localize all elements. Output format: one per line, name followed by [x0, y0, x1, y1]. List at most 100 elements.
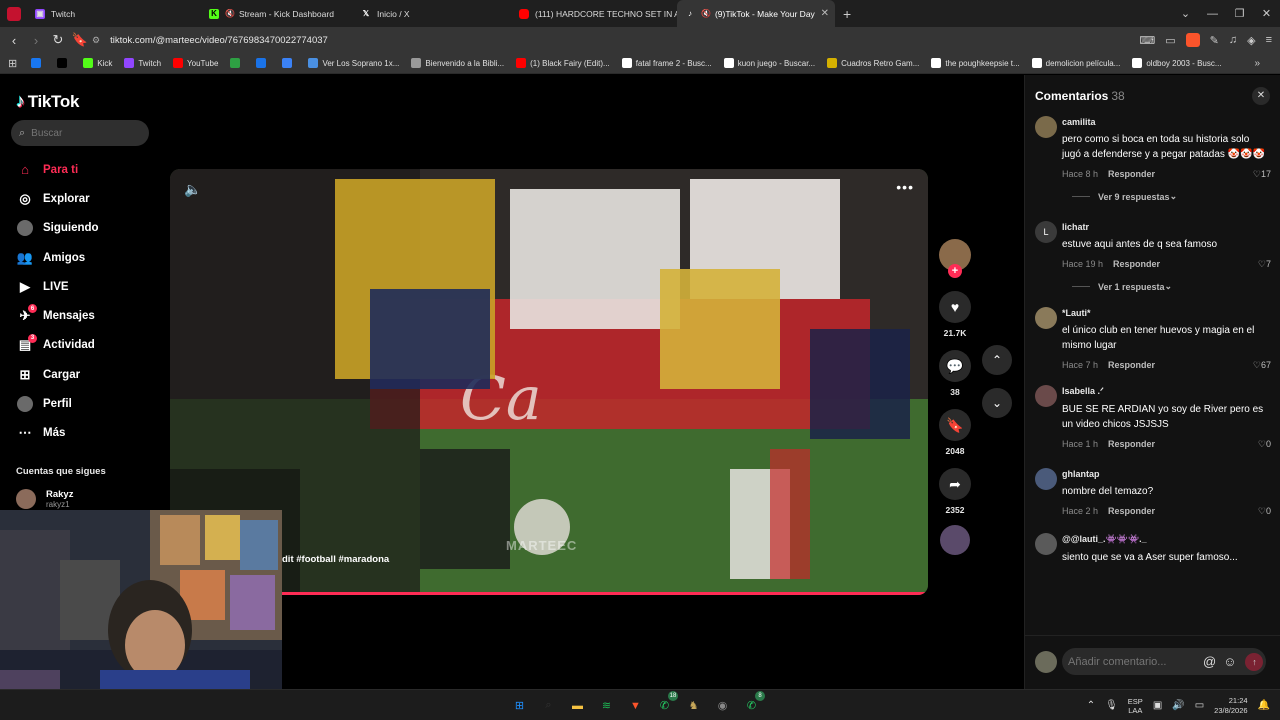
comment-username[interactable]: Isabella .ᐟ	[1062, 382, 1280, 397]
file-explorer-icon[interactable]: ▬	[566, 694, 589, 717]
language-indicator[interactable]: ESP LAA	[1128, 697, 1143, 715]
apps-grid-icon[interactable]: ⊞	[8, 57, 17, 70]
browser-tab-kick[interactable]: K 🔇 Stream - Kick Dashboard	[201, 0, 353, 27]
bookmark-item[interactable]: the poughkeepsie t...	[931, 58, 1020, 68]
avatar[interactable]: L	[1035, 221, 1057, 243]
minimize-icon[interactable]: —	[1199, 8, 1226, 20]
follow-plus-icon[interactable]: +	[948, 264, 962, 278]
comment-username[interactable]: *Lauti*	[1062, 304, 1280, 318]
sidebar-item-profile[interactable]: Perfil	[16, 389, 166, 418]
avatar[interactable]	[1035, 307, 1057, 329]
extensions-icon[interactable]: ✎	[1210, 34, 1219, 47]
back-icon[interactable]: ‹	[4, 33, 24, 48]
maximize-icon[interactable]: ❐	[1226, 7, 1253, 20]
comment-like-button[interactable]: ♡0	[1258, 439, 1271, 450]
following-account[interactable]: Rakyz rakyz1	[16, 489, 73, 509]
whatsapp-business-icon[interactable]: ✆ 8	[740, 691, 765, 717]
sidebar-item-upload[interactable]: ⊞ Cargar	[16, 360, 166, 389]
spotify-icon[interactable]: ≋	[595, 694, 618, 717]
comment-username[interactable]: camilita	[1062, 113, 1280, 127]
browser-tab-x[interactable]: 𝕏 Inicio / X	[353, 0, 511, 27]
brave-icon[interactable]: ▼	[624, 694, 647, 717]
more-bookmarks-icon[interactable]: »	[1254, 58, 1260, 69]
sidebar-item-more[interactable]: ⋯ Más	[16, 419, 166, 448]
video-player[interactable]: Ca 🔈 ••• MARTEEC dit #football #maradona	[170, 169, 928, 595]
comment-input[interactable]	[1068, 655, 1196, 668]
browser-tab-twitch[interactable]: ▣ Twitch	[27, 0, 201, 27]
creator-avatar[interactable]: +	[939, 239, 971, 278]
share-icon[interactable]: ➦	[939, 468, 971, 500]
sidebar-item-compass[interactable]: ◎ Explorar	[16, 184, 166, 213]
reply-button[interactable]: Responder	[1108, 169, 1155, 179]
tiktok-logo[interactable]: ♪ TikTok	[16, 91, 79, 112]
view-replies-button[interactable]: Ver 1 respuesta ⌄	[1072, 281, 1280, 292]
sidebar-item-home[interactable]: ⌂ Para ti	[16, 155, 166, 184]
bookmark-item[interactable]: (1) Black Fairy (Edit)...	[516, 58, 610, 68]
media-icon[interactable]: ♫	[1229, 34, 1237, 46]
bookmark-item[interactable]: Ver Los Soprano 1x...	[308, 58, 399, 68]
music-disc-icon[interactable]	[940, 525, 970, 555]
bookmark-item[interactable]: fatal frame 2 - Busc...	[621, 58, 712, 68]
url-field[interactable]: ⚙ tiktok.com/@marteec/video/767698347002…	[92, 30, 1112, 50]
browser-tab-tiktok[interactable]: ♪ 🔇 (9)TikTok - Make Your Day ✕	[677, 0, 835, 27]
search-icon[interactable]: ⌕	[537, 694, 560, 717]
bookmark-item[interactable]: Twitch	[124, 58, 161, 68]
sidebar-item-live[interactable]: ▶ LIVE	[16, 272, 166, 301]
avatar[interactable]	[1035, 533, 1057, 555]
close-window-icon[interactable]: ✕	[1253, 7, 1280, 20]
sidebar-item-messages[interactable]: ✈ 6 Mensajes	[16, 301, 166, 330]
comment-list[interactable]: camilita pero como si boca en toda su his…	[1025, 113, 1280, 633]
mention-icon[interactable]: @	[1203, 654, 1216, 669]
whatsapp-icon[interactable]: ✆ 18	[653, 691, 678, 717]
tab-search-button[interactable]	[0, 0, 27, 27]
bookmark-item[interactable]: Bienvenido a la Bibli...	[411, 58, 504, 68]
bookmark-item[interactable]: Kick	[83, 58, 112, 68]
cast-icon[interactable]: ▭	[1165, 34, 1175, 47]
avatar[interactable]	[1035, 116, 1057, 138]
tray-overflow-icon[interactable]: ⌃	[1087, 700, 1095, 711]
brave-shields-icon[interactable]	[1185, 33, 1200, 47]
bookmark-item[interactable]: demolicion película...	[1031, 58, 1120, 68]
next-video-button[interactable]: ⌄	[982, 388, 1012, 418]
bookmark-page-icon[interactable]: 🔖	[70, 32, 90, 48]
sidebar-item-following-avatar[interactable]: Siguiendo	[16, 214, 166, 243]
network-icon[interactable]: ▣	[1153, 700, 1162, 711]
heart-icon[interactable]: ♥	[939, 291, 971, 323]
reply-button[interactable]: Responder	[1108, 506, 1155, 516]
avatar[interactable]	[1035, 385, 1057, 407]
browser-tab-youtube[interactable]: (111) HARDCORE TECHNO SET IN A	[511, 0, 677, 27]
save-action[interactable]: 🔖 2048	[936, 409, 974, 456]
search-bar[interactable]: ⌕	[11, 120, 149, 146]
bookmark-item[interactable]	[282, 58, 296, 68]
forward-icon[interactable]: ›	[26, 33, 46, 48]
avatar[interactable]	[1035, 468, 1057, 490]
close-comments-button[interactable]: ✕	[1252, 87, 1270, 105]
bookmark-icon[interactable]: 🔖	[939, 409, 971, 441]
reply-button[interactable]: Responder	[1108, 360, 1155, 370]
bookmark-item[interactable]	[31, 58, 45, 68]
vpn-icon[interactable]: ◈	[1247, 34, 1255, 47]
sidebar-item-friends[interactable]: 👥 Amigos	[16, 243, 166, 272]
video-progress-bar[interactable]	[170, 592, 928, 595]
menu-icon[interactable]: ≡	[1266, 34, 1272, 46]
reply-button[interactable]: Responder	[1108, 439, 1155, 449]
comment-like-button[interactable]: ♡7	[1258, 259, 1271, 270]
view-replies-button[interactable]: Ver 9 respuestas ⌄	[1072, 191, 1280, 202]
site-info-icon[interactable]: ⚙	[92, 35, 100, 46]
clock[interactable]: 21:24 23/8/2026	[1214, 696, 1247, 716]
comment-username[interactable]: ghlantap	[1062, 465, 1280, 479]
bookmark-item[interactable]: kuon juego - Buscar...	[723, 58, 815, 68]
like-action[interactable]: ♥ 21.7K	[936, 291, 974, 338]
bookmark-item[interactable]	[230, 58, 244, 68]
bookmark-item[interactable]: oldboy 2003 - Busc...	[1132, 58, 1222, 68]
microphone-icon[interactable]: 🎙	[1105, 700, 1118, 711]
previous-video-button[interactable]: ⌃	[982, 345, 1012, 375]
reply-button[interactable]: Responder	[1113, 259, 1160, 269]
comment-icon[interactable]: 💬	[939, 350, 971, 382]
video-hashtags[interactable]: dit #football #maradona	[282, 554, 389, 565]
comment-username[interactable]: lichatr	[1062, 218, 1280, 232]
share-action[interactable]: ➦ 2352	[936, 468, 974, 515]
new-tab-button[interactable]: +	[843, 6, 851, 22]
comment-like-button[interactable]: ♡17	[1253, 169, 1271, 180]
reload-icon[interactable]: ↻	[48, 32, 68, 48]
